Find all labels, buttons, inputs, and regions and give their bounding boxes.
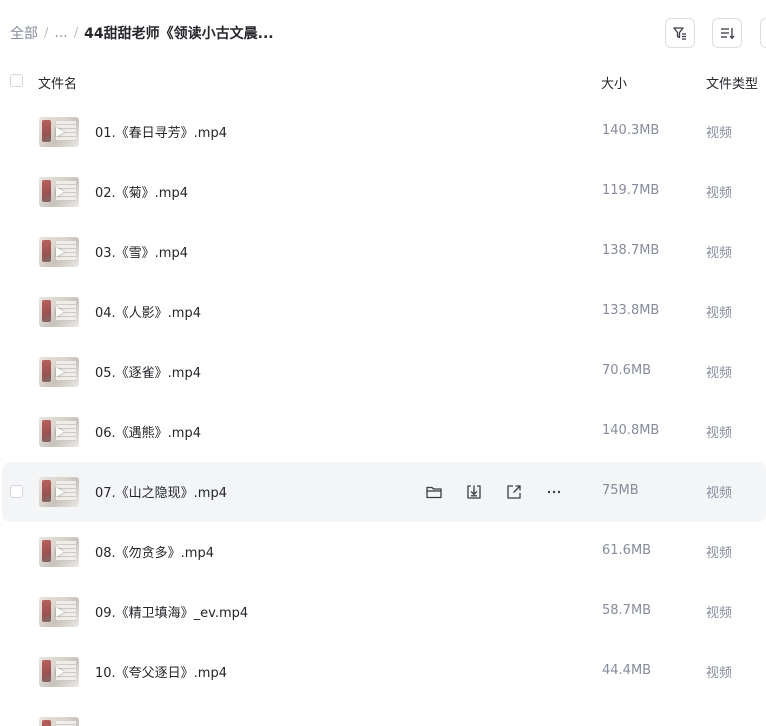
breadcrumb-ellipsis[interactable]: ... <box>54 25 67 41</box>
video-thumbnail <box>39 717 79 726</box>
file-name[interactable]: 01.《春日寻芳》.mp4 <box>95 122 227 141</box>
column-header-name[interactable]: 文件名 <box>38 73 77 92</box>
file-type: 视频 <box>706 126 733 141</box>
file-row[interactable]: 03.《雪》.mp4 138.7MB 视频 <box>0 222 766 282</box>
file-name[interactable]: 06.《遇熊》.mp4 <box>95 422 201 441</box>
breadcrumb: 全部 / ... / 44甜甜老师《领读小古文晨... <box>10 22 274 44</box>
file-type: 视频 <box>706 246 733 261</box>
share-button[interactable] <box>503 481 525 503</box>
row-actions <box>423 481 583 503</box>
download-icon <box>465 483 483 501</box>
video-thumbnail <box>39 597 79 627</box>
list-header: 文件名 大小 文件类型 <box>0 66 766 98</box>
file-row-hovered[interactable]: 07.《山之隐现》.mp4 75MB 视频 <box>2 462 766 522</box>
file-size: 44.4MB <box>602 663 652 678</box>
file-name[interactable]: 02.《菊》.mp4 <box>95 182 188 201</box>
file-size: 75MB <box>602 483 639 498</box>
file-size: 119.7MB <box>602 183 660 198</box>
file-type: 视频 <box>706 546 733 561</box>
breadcrumb-root[interactable]: 全部 <box>10 23 38 43</box>
file-row[interactable]: 02.《菊》.mp4 119.7MB 视频 <box>0 162 766 222</box>
video-thumbnail <box>39 657 79 687</box>
file-type: 视频 <box>706 486 733 501</box>
file-size: 140.3MB <box>602 123 660 138</box>
breadcrumb-current-folder: 44甜甜老师《领读小古文晨... <box>84 26 274 42</box>
breadcrumb-separator: / <box>73 25 79 41</box>
file-row[interactable]: 09.《精卫填海》_ev.mp4 58.7MB 视频 <box>0 582 766 642</box>
file-name[interactable]: 03.《雪》.mp4 <box>95 242 188 261</box>
play-icon <box>56 127 64 137</box>
folder-icon <box>425 483 443 501</box>
play-icon <box>56 187 64 197</box>
file-size: 138.7MB <box>602 243 660 258</box>
file-name[interactable]: 04.《人影》.mp4 <box>95 302 201 321</box>
video-thumbnail <box>39 297 79 327</box>
file-row[interactable]: 10.《夸父逐日》.mp4 44.4MB 视频 <box>0 642 766 702</box>
file-row[interactable]: 05.《逐雀》.mp4 70.6MB 视频 <box>0 342 766 402</box>
file-list: 01.《春日寻芳》.mp4 140.3MB 视频 02.《菊》.mp4 119.… <box>0 102 766 726</box>
file-browser-page: 全部 / ... / 44甜甜老师《领读小古文晨... 文件名 大小 文件类型 … <box>0 0 766 726</box>
video-thumbnail <box>39 417 79 447</box>
video-thumbnail <box>39 477 79 507</box>
file-name[interactable]: 07.《山之隐现》.mp4 <box>95 482 227 501</box>
video-thumbnail <box>39 537 79 567</box>
download-button[interactable] <box>463 481 485 503</box>
file-size: 61.6MB <box>602 543 652 558</box>
more-button[interactable] <box>543 481 565 503</box>
file-type: 视频 <box>706 306 733 321</box>
filter-button[interactable] <box>665 18 695 48</box>
file-name[interactable]: 08.《勿贪多》.mp4 <box>95 542 214 561</box>
filter-icon <box>672 25 688 41</box>
more-icon <box>545 483 563 501</box>
file-name[interactable]: 10.《夸父逐日》.mp4 <box>95 662 227 681</box>
play-icon <box>56 307 64 317</box>
play-icon <box>56 547 64 557</box>
file-type: 视频 <box>706 426 733 441</box>
column-header-type[interactable]: 文件类型 <box>706 73 758 92</box>
file-row[interactable]: 04.《人影》.mp4 133.8MB 视频 <box>0 282 766 342</box>
select-all-checkbox[interactable] <box>10 74 23 87</box>
file-row[interactable]: 01.《春日寻芳》.mp4 140.3MB 视频 <box>0 102 766 162</box>
video-thumbnail <box>39 357 79 387</box>
file-type: 视频 <box>706 366 733 381</box>
file-row[interactable]: 06.《遇熊》.mp4 140.8MB 视频 <box>0 402 766 462</box>
file-name[interactable]: 05.《逐雀》.mp4 <box>95 362 201 381</box>
move-to-folder-button[interactable] <box>423 481 445 503</box>
top-bar: 全部 / ... / 44甜甜老师《领读小古文晨... <box>0 0 766 66</box>
file-name[interactable]: 09.《精卫填海》_ev.mp4 <box>95 602 248 621</box>
file-size: 58.7MB <box>602 603 652 618</box>
sort-button[interactable] <box>712 18 742 48</box>
file-row[interactable]: 08.《勿贪多》.mp4 61.6MB 视频 <box>0 522 766 582</box>
video-thumbnail <box>39 117 79 147</box>
sort-icon <box>719 25 735 41</box>
share-icon <box>505 483 523 501</box>
play-icon <box>56 367 64 377</box>
play-icon <box>56 487 64 497</box>
video-thumbnail <box>39 177 79 207</box>
file-type: 视频 <box>706 666 733 681</box>
play-icon <box>56 427 64 437</box>
file-size: 70.6MB <box>602 363 652 378</box>
column-header-size[interactable]: 大小 <box>601 73 627 92</box>
play-icon <box>56 607 64 617</box>
view-mode-button[interactable] <box>760 18 766 48</box>
play-icon <box>56 667 64 677</box>
breadcrumb-separator: / <box>44 25 49 41</box>
video-thumbnail <box>39 237 79 267</box>
file-row-partial[interactable] <box>0 702 766 726</box>
file-size: 133.8MB <box>602 303 660 318</box>
file-type: 视频 <box>706 606 733 621</box>
file-type: 视频 <box>706 186 733 201</box>
play-icon <box>56 247 64 257</box>
row-checkbox[interactable] <box>10 485 23 498</box>
file-size: 140.8MB <box>602 423 660 438</box>
